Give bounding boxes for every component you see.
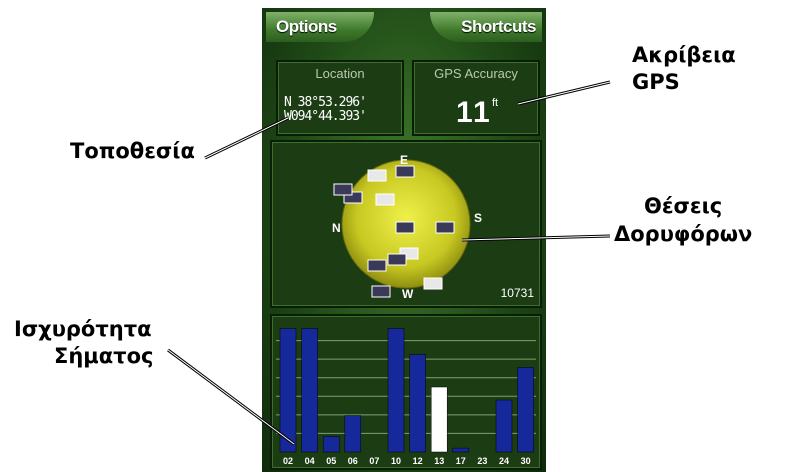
callout-gps-accuracy: Ακρίβεια GPS — [632, 42, 736, 96]
callout-location: Τοποθεσία — [70, 138, 195, 165]
callout-signal-strength-line2: Σήματος — [54, 344, 154, 368]
callout-gps-accuracy-line1: Ακρίβεια — [632, 43, 736, 67]
callout-satellite-positions: Θέσεις Δορυφόρων — [614, 192, 752, 248]
callout-gps-accuracy-line2: GPS — [632, 70, 680, 94]
callout-satellite-positions-line2: Δορυφόρων — [614, 222, 753, 246]
callout-location-text: Τοποθεσία — [70, 139, 195, 163]
callout-signal-strength-line1: Ισχυρότητα — [14, 317, 152, 341]
callout-signal-strength: Ισχυρότητα Σήματος — [14, 316, 153, 370]
callout-satellite-positions-line1: Θέσεις — [644, 194, 723, 218]
